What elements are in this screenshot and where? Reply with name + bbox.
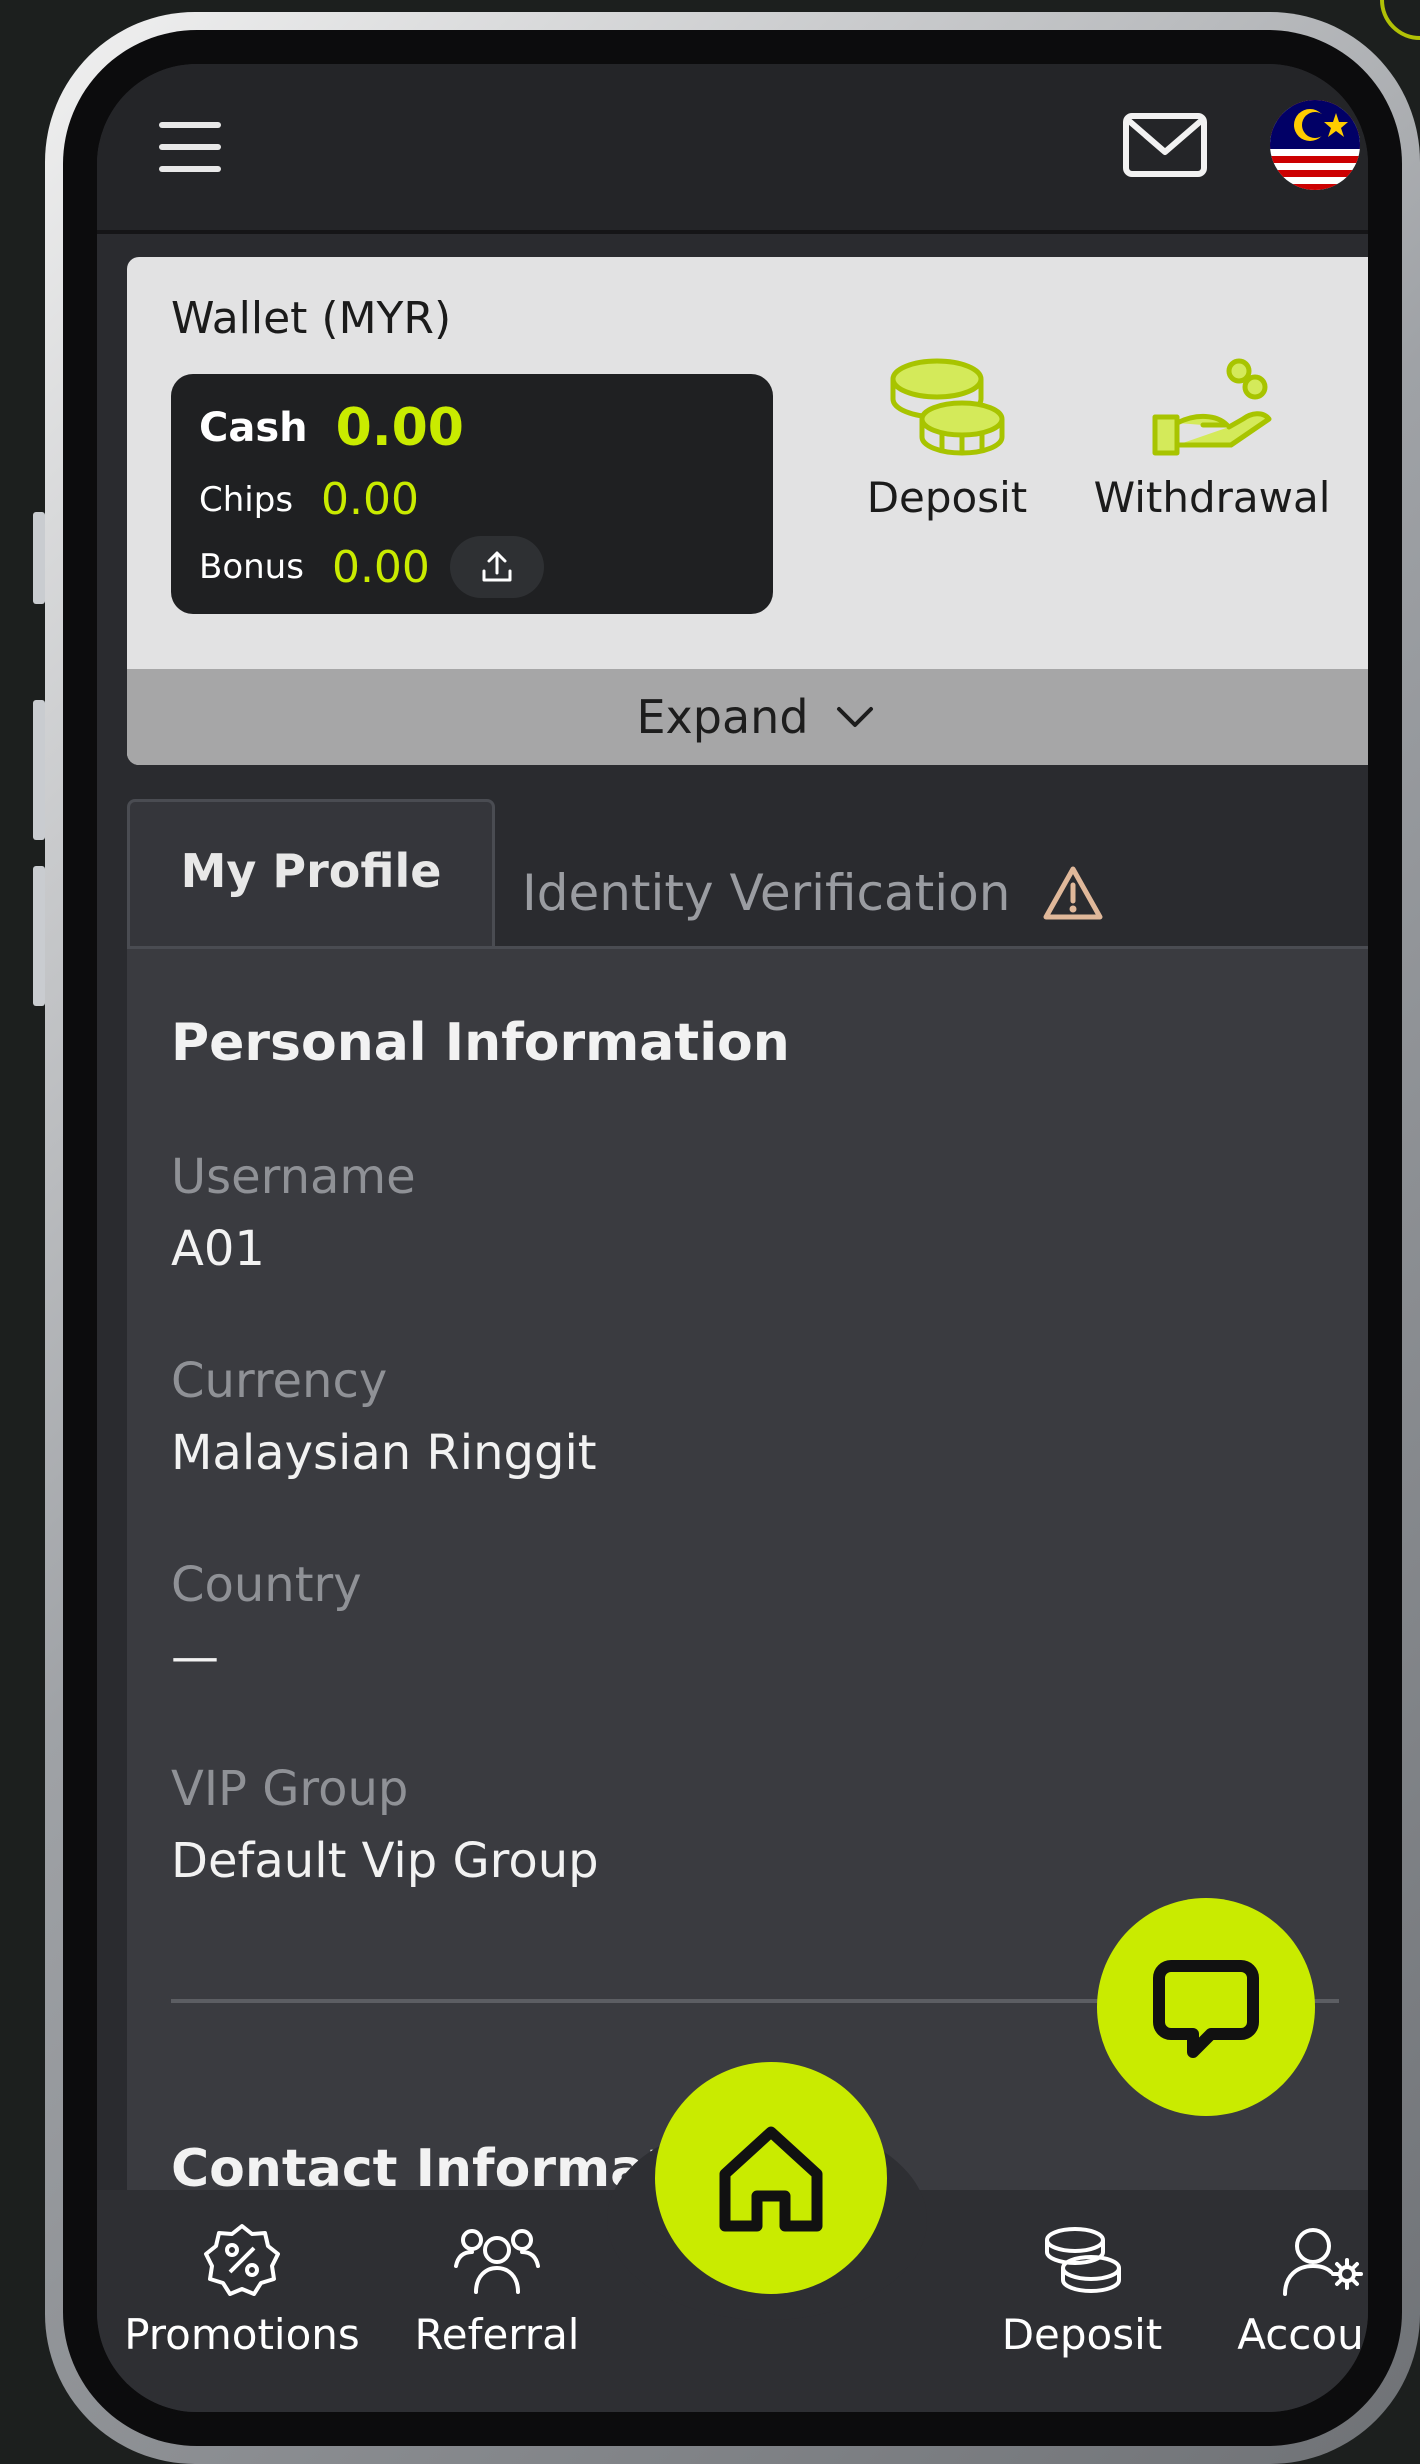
cash-label: Cash [199,405,308,451]
currency-value: Malaysian Ringgit [171,1425,597,1481]
chevron-down-icon [836,707,873,727]
live-chat-button[interactable] [1097,1898,1315,2116]
currency-label: Currency [171,1353,388,1409]
home-button[interactable] [655,2062,887,2294]
bonus-row: Bonus 0.00 [199,536,544,598]
wallet-deposit-button[interactable]: Deposit [847,357,1047,522]
vip-group-label: VIP Group [171,1761,409,1817]
nav-promotions-label: Promotions [124,2310,360,2359]
wallet-card: Wallet (MYR) Cash 0.00 Chips 0.00 Bonus … [127,257,1368,765]
home-icon [719,2126,823,2232]
malaysia-flag-icon[interactable] [1270,100,1360,190]
nav-referral[interactable]: Referral [372,2220,622,2359]
nav-referral-label: Referral [414,2310,580,2359]
side-button-mute [33,512,45,604]
nav-account-label: Account [1237,2310,1368,2359]
bonus-transfer-button[interactable] [449,536,544,598]
chips-row: Chips 0.00 [199,474,419,525]
vip-group-value: Default Vip Group [171,1833,599,1889]
bonus-value: 0.00 [331,541,430,593]
side-button-volume-down [33,866,45,1006]
expand-label: Expand [636,690,809,744]
nav-deposit[interactable]: Deposit [962,2220,1202,2359]
coins-stack-icon [1045,2227,1121,2293]
nav-promotions[interactable]: Promotions [107,2220,377,2359]
coins-icon [890,358,1005,456]
tab-identity-verification[interactable]: Identity Verification [522,864,1104,922]
mail-icon[interactable] [1122,112,1208,178]
tab-my-profile[interactable]: My Profile [127,799,495,949]
personal-information-title: Personal Information [171,1013,790,1073]
bottom-navigation: Promotions Referral Deposit Accou [97,2062,1368,2412]
bonus-label: Bonus [199,547,304,587]
top-bar [97,64,1368,234]
phone-bezel: Wallet (MYR) Cash 0.00 Chips 0.00 Bonus … [63,30,1402,2446]
user-settings-icon [1283,2228,1363,2296]
app-screen: Wallet (MYR) Cash 0.00 Chips 0.00 Bonus … [97,64,1368,2412]
cash-value: 0.00 [335,398,464,458]
wallet-deposit-label: Deposit [866,473,1028,522]
chat-bubble-icon [1153,1960,1259,2058]
country-label: Country [171,1557,362,1613]
username-value: A01 [171,1221,265,1277]
hand-coin-icon [1152,358,1272,456]
warning-icon [1043,866,1103,920]
wallet-title: Wallet (MYR) [171,293,452,344]
side-button-volume-up [33,700,45,840]
corner-glow [1380,0,1420,40]
users-group-icon [454,2229,540,2294]
hamburger-icon[interactable] [159,122,221,172]
percent-badge-icon [204,2224,280,2296]
wallet-withdrawal-label: Withdrawal [1093,473,1331,522]
upload-icon [482,551,512,582]
balance-box: Cash 0.00 Chips 0.00 Bonus 0.00 [171,374,773,614]
nav-deposit-label: Deposit [1001,2310,1163,2359]
wallet-withdrawal-button[interactable]: Withdrawal [1047,357,1368,522]
nav-account[interactable]: Account [1207,2220,1368,2359]
chips-label: Chips [199,479,294,520]
expand-button[interactable]: Expand [127,669,1368,765]
chips-value: 0.00 [321,474,419,525]
username-label: Username [171,1149,416,1205]
country-value: — [171,1629,219,1685]
tab-identity-verification-label: Identity Verification [522,864,1011,922]
phone-frame: Wallet (MYR) Cash 0.00 Chips 0.00 Bonus … [45,12,1420,2464]
cash-row: Cash 0.00 [199,398,464,458]
